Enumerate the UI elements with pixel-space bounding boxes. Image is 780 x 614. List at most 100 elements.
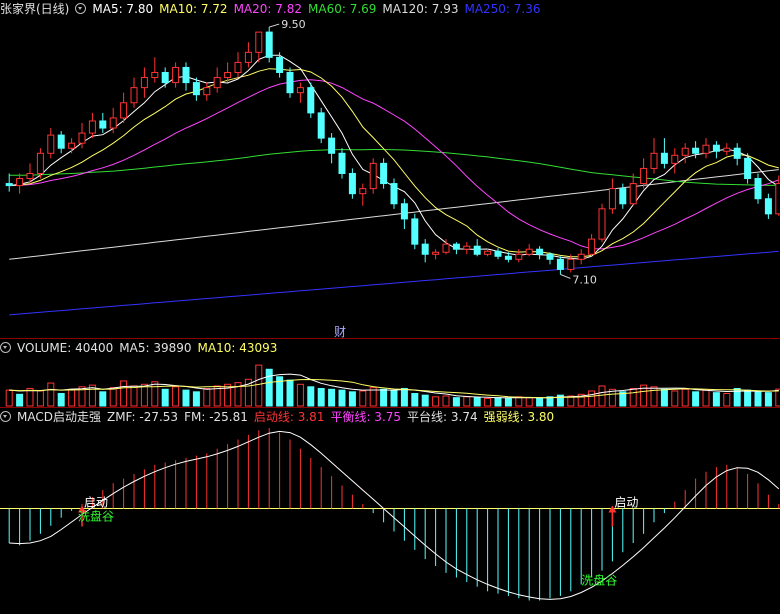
volume-bar (775, 388, 780, 407)
candle-body (16, 178, 24, 187)
volume-bar (68, 388, 76, 407)
candle-body (515, 253, 523, 260)
candle-body (504, 255, 512, 260)
candle-body (432, 251, 440, 255)
high-price-label: 9.50 (281, 18, 306, 31)
volume-bar (307, 386, 315, 407)
volume-bar (255, 364, 263, 407)
low-price-label: 7.10 (572, 273, 597, 286)
candle-body (588, 238, 596, 255)
volume-bar (660, 388, 668, 407)
volume-bar (754, 391, 762, 407)
volume-bar (338, 389, 346, 407)
volume-bar (265, 368, 273, 407)
volume-bar (328, 388, 336, 407)
candle-body (234, 61, 242, 73)
candle-body (629, 183, 637, 205)
volume-bar (380, 388, 388, 407)
volume-bar (203, 387, 211, 407)
volume-bar (390, 390, 398, 407)
volume-bar (432, 396, 440, 407)
candle-body (88, 120, 96, 134)
candle-body (296, 87, 304, 94)
candle-body (692, 147, 700, 154)
volume-bar (650, 386, 658, 407)
volume-bar (484, 397, 492, 407)
candle-body (348, 172, 356, 195)
candle-body (78, 132, 86, 144)
candle-body (546, 253, 554, 260)
finance-marker: 财 (334, 325, 346, 339)
candle-body (203, 87, 211, 96)
candle-body (99, 120, 107, 129)
candle-body (286, 71, 294, 94)
volume-bar (744, 389, 752, 407)
volume-bar (109, 387, 117, 407)
volume-bar (161, 388, 169, 407)
candle-body (151, 71, 159, 79)
candle-body (161, 71, 169, 84)
volume-bar (452, 397, 460, 407)
candle-body (608, 188, 616, 210)
volume-bar (504, 397, 512, 407)
candle-body (556, 258, 564, 270)
candle-body (380, 162, 388, 185)
candle-body (681, 147, 689, 156)
candle-body (598, 208, 606, 240)
volume-bar (317, 387, 325, 407)
candle-body (400, 203, 408, 220)
volume-bar (5, 389, 13, 407)
volume-bar (140, 383, 148, 407)
volume-bar (192, 391, 200, 407)
qidong-label: 启动 (614, 496, 638, 510)
candle-body (712, 144, 720, 152)
volume-bar (47, 382, 55, 407)
volume-bar (764, 392, 772, 407)
candle-body (192, 82, 200, 96)
candle-body (421, 243, 429, 255)
volume-bar (182, 389, 190, 407)
candle-body (26, 172, 34, 180)
volume-bar (681, 388, 689, 407)
candle-body (224, 71, 232, 79)
volume-bar (400, 387, 408, 407)
xipangu-label: 洗盘谷 (78, 509, 114, 524)
volume-bar (130, 385, 138, 407)
volume-bar (286, 379, 294, 407)
candle-body (359, 188, 367, 195)
volume-bar (712, 392, 720, 407)
qidong-label: 启动 (84, 496, 108, 510)
candle-body (463, 245, 471, 250)
volume-bar (723, 392, 731, 407)
volume-bar (120, 380, 128, 407)
kline-chart[interactable]: 9.507.10财启动 启动洗盘谷洗盘谷 (0, 0, 780, 614)
volume-bar (421, 394, 429, 407)
candle-body (130, 87, 138, 104)
volume-bar (629, 387, 637, 407)
volume-bar (16, 393, 24, 407)
volume-bar (536, 397, 544, 407)
candle-body (255, 31, 263, 53)
candle-body (671, 154, 679, 164)
candle-body (317, 112, 325, 139)
volume-bar (57, 392, 65, 407)
volume-bar (588, 390, 596, 407)
candle-body (244, 51, 252, 63)
candle-body (754, 178, 762, 200)
low-pointer (560, 273, 571, 279)
candle-body (442, 243, 450, 253)
volume-bar (151, 381, 159, 407)
candle-body (36, 152, 44, 174)
candle-body (494, 250, 502, 257)
volume-bar (99, 391, 107, 407)
volume-bar (473, 397, 481, 407)
candle-body (369, 162, 377, 190)
candle-body (577, 253, 585, 260)
candle-body (338, 152, 346, 174)
volume-bar (494, 397, 502, 407)
volume-bar (359, 390, 367, 407)
volume-bar (296, 383, 304, 407)
candle-body (484, 250, 492, 255)
xipangu-label: 洗盘谷 (581, 572, 617, 587)
candle-body (775, 183, 780, 215)
